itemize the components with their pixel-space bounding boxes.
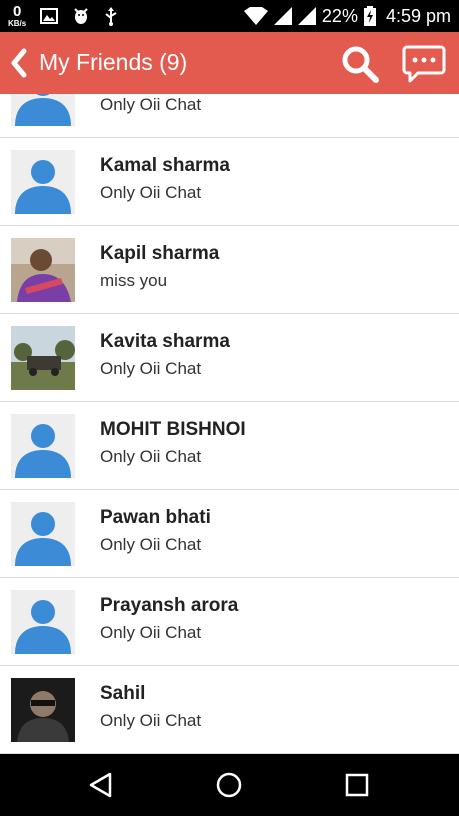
back-nav-icon[interactable] [86, 770, 116, 800]
friend-status: Only Oii Chat [100, 359, 202, 378]
friend-name: Prayansh arora [100, 595, 239, 616]
default-avatar-icon [11, 502, 75, 566]
signal-icon [273, 7, 292, 25]
friend-status: Only Oii Chat [100, 535, 202, 554]
friend-row[interactable]: Prayansh arora Only Oii Chat [0, 578, 459, 666]
signal-icon-2 [297, 7, 316, 25]
friend-status: Only Oii Chat [100, 183, 202, 202]
avatar [11, 326, 75, 390]
friend-row[interactable]: Kapil sharma miss you [0, 226, 459, 314]
default-avatar-icon [11, 414, 75, 478]
avatar [11, 502, 75, 566]
new-chat-icon[interactable] [402, 44, 446, 84]
friend-row[interactable]: Pawan bhati Only Oii Chat [0, 490, 459, 578]
default-avatar-icon [11, 150, 75, 214]
search-icon[interactable] [340, 44, 380, 84]
avatar [11, 238, 75, 302]
battery-charging-icon [363, 6, 376, 26]
avatar [11, 590, 75, 654]
friend-name: MOHIT BISHNOI [100, 419, 246, 440]
friend-status: Only Oii Chat [100, 711, 202, 730]
avatar [11, 94, 75, 126]
network-speed: 0 KB/s [8, 4, 26, 28]
avatar [11, 150, 75, 214]
friend-name: Pawan bhati [100, 507, 211, 528]
friend-row[interactable]: Only Oii Chat [0, 94, 459, 138]
android-debug-icon [74, 8, 88, 24]
gallery-icon [40, 8, 59, 24]
friend-row[interactable]: Sahil Only Oii Chat [0, 666, 459, 754]
network-speed-unit: KB/s [8, 19, 27, 28]
friends-list[interactable]: Only Oii Chat Kamal sharma Only Oii Chat [0, 94, 459, 754]
avatar [11, 414, 75, 478]
friend-name: Sahil [100, 683, 146, 704]
home-nav-icon[interactable] [214, 770, 244, 800]
network-speed-value: 0 [12, 3, 22, 20]
default-avatar-icon [11, 590, 75, 654]
recents-nav-icon[interactable] [342, 770, 372, 800]
friend-status: Only Oii Chat [100, 95, 202, 114]
avatar [11, 678, 75, 742]
status-bar: 0 KB/s 22% 4:59 pm [0, 0, 459, 32]
landscape-photo [11, 326, 75, 390]
friend-name: Kamal sharma [100, 155, 230, 176]
friend-name: Kapil sharma [100, 243, 220, 264]
friend-row[interactable]: Kavita sharma Only Oii Chat [0, 314, 459, 402]
friend-row[interactable]: MOHIT BISHNOI Only Oii Chat [0, 402, 459, 490]
battery-percent: 22% [321, 5, 358, 26]
friend-status: Only Oii Chat [100, 623, 202, 642]
default-avatar-icon [11, 94, 75, 126]
dark-selfie-photo [11, 678, 75, 742]
app-bar: My Friends (9) [0, 32, 459, 94]
usb-icon [105, 7, 117, 26]
system-nav-bar [0, 754, 459, 816]
friend-row[interactable]: Kamal sharma Only Oii Chat [0, 138, 459, 226]
friend-status: miss you [100, 271, 168, 290]
person-photo [11, 238, 75, 302]
back-icon[interactable] [6, 45, 32, 81]
page-title: My Friends (9) [39, 49, 188, 75]
wifi-icon [243, 7, 268, 25]
clock: 4:59 pm [385, 5, 451, 26]
friend-status: Only Oii Chat [100, 447, 202, 466]
friend-name: Kavita sharma [100, 331, 230, 352]
